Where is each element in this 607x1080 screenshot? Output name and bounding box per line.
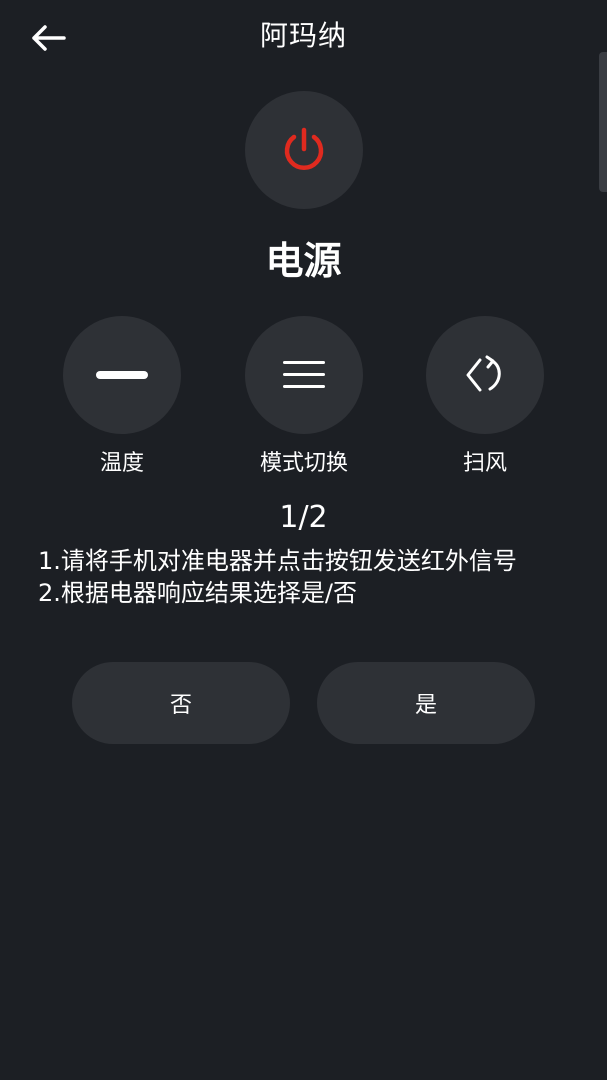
header: 阿玛纳	[0, 0, 607, 72]
minus-icon	[96, 371, 148, 379]
step-indicator: 1/2	[279, 500, 328, 535]
power-button[interactable]	[245, 91, 363, 209]
power-icon	[284, 127, 324, 170]
power-label: 电源	[265, 239, 342, 283]
mode-switch-button[interactable]	[245, 316, 363, 434]
temperature-label: 温度	[99, 451, 144, 476]
instruction-line: 2.根据电器响应结果选择是/否	[38, 579, 357, 607]
no-button[interactable]: 否	[72, 662, 290, 744]
page-title: 阿玛纳	[259, 19, 347, 52]
instructions: 1.请将手机对准电器并点击按钮发送红外信号 2.根据电器响应结果选择是/否	[38, 545, 517, 609]
mode-switch-label: 模式切换	[259, 451, 348, 476]
menu-icon	[283, 361, 325, 388]
swing-label: 扫风	[462, 451, 507, 476]
swing-icon	[466, 355, 501, 392]
scrollbar[interactable]	[599, 52, 607, 192]
swing-button[interactable]	[426, 316, 544, 434]
temperature-button[interactable]	[63, 316, 181, 434]
instruction-line: 1.请将手机对准电器并点击按钮发送红外信号	[38, 547, 517, 575]
yes-button[interactable]: 是	[317, 662, 535, 744]
